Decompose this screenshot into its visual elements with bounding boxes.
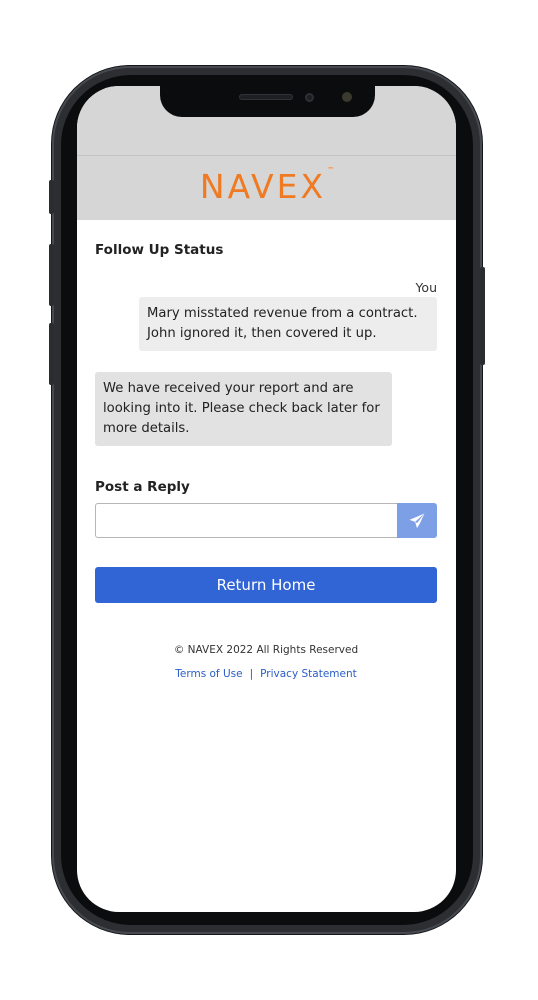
volume-up-button	[49, 244, 54, 306]
proximity-sensor	[342, 92, 352, 102]
follow-up-title: Follow Up Status	[95, 242, 224, 258]
staff-message: We have received your report and are loo…	[95, 372, 392, 446]
paper-plane-icon	[409, 513, 425, 528]
front-camera	[305, 93, 314, 102]
earpiece-speaker	[239, 94, 293, 100]
footer-links: Terms of Use | Privacy Statement	[95, 668, 437, 680]
link-separator: |	[249, 668, 254, 680]
logo-text: NAVEX	[199, 166, 327, 206]
sender-label: You	[415, 280, 437, 295]
volume-down-button	[49, 323, 54, 385]
reply-form	[95, 503, 437, 538]
send-button[interactable]	[397, 503, 437, 538]
terms-of-use-link[interactable]: Terms of Use	[175, 668, 242, 680]
trademark-mark: ™	[327, 165, 335, 174]
mute-switch	[49, 180, 54, 214]
post-reply-title: Post a Reply	[95, 479, 190, 495]
copyright-text: © NAVEX 2022 All Rights Reserved	[173, 644, 359, 656]
return-home-button[interactable]: Return Home	[95, 567, 437, 603]
reply-input[interactable]	[95, 503, 398, 538]
privacy-statement-link[interactable]: Privacy Statement	[260, 668, 357, 680]
navex-logo[interactable]: NAVEX™	[199, 165, 335, 206]
site-header: NAVEX™	[77, 156, 456, 220]
user-message: Mary misstated revenue from a contract. …	[139, 297, 437, 351]
power-button	[480, 267, 485, 365]
phone-notch	[160, 86, 375, 117]
phone-screen: NAVEX™ Follow Up Status You Mary misstat…	[77, 86, 456, 912]
